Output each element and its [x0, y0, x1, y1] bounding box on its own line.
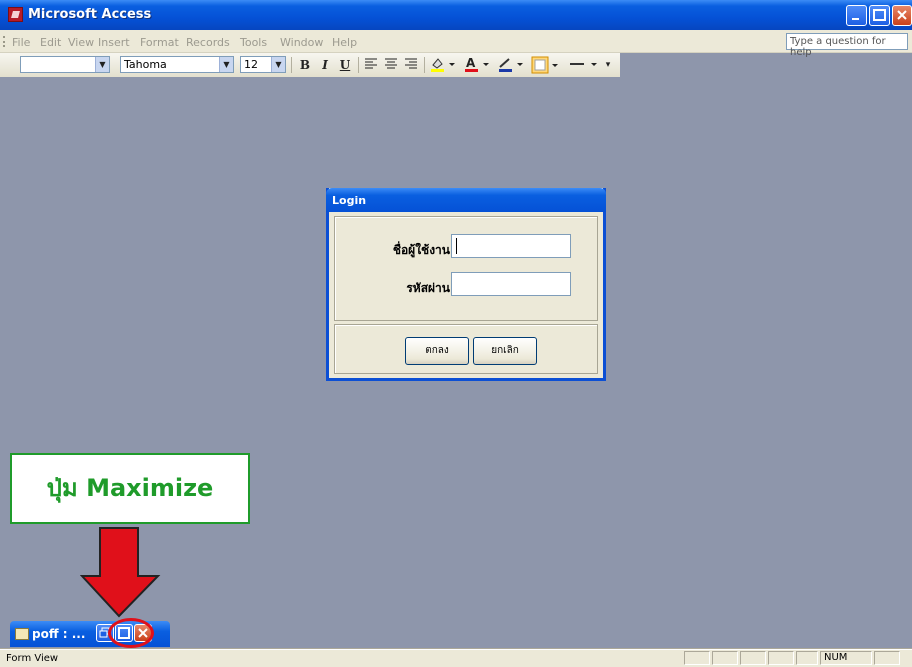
login-buttons-section: ตกลง ยกเลิก	[334, 324, 598, 374]
formatting-toolbar: ▼ Tahoma ▼ 12 ▼ B I U A ▾	[0, 53, 620, 78]
italic-button[interactable]: I	[316, 56, 334, 74]
menu-bar: File Edit View Insert Format Records Too…	[0, 30, 912, 53]
toolbar-separator	[358, 57, 359, 73]
app-titlebar: Microsoft Access	[0, 0, 912, 30]
menu-records[interactable]: Records	[186, 36, 230, 49]
align-left-button[interactable]	[362, 56, 380, 74]
font-name-combo[interactable]: Tahoma ▼	[120, 56, 234, 73]
font-color-icon: A	[465, 56, 489, 72]
minimize-icon	[852, 18, 859, 20]
status-panel	[768, 651, 794, 665]
status-panel	[740, 651, 766, 665]
chevron-down-icon[interactable]: ▼	[219, 57, 233, 72]
underline-button[interactable]: U	[336, 56, 354, 74]
special-effect-icon	[531, 56, 558, 74]
maximize-highlight-circle	[108, 618, 154, 648]
username-label: ชื่อผู้ใช้งาน	[392, 243, 450, 257]
align-right-button[interactable]	[402, 56, 420, 74]
access-app-icon[interactable]	[8, 7, 23, 22]
menu-window[interactable]: Window	[280, 36, 323, 49]
special-effect-button[interactable]	[530, 56, 560, 74]
font-size-combo[interactable]: 12 ▼	[240, 56, 286, 73]
menu-edit[interactable]: Edit	[40, 36, 61, 49]
login-dialog: Login ชื่อผู้ใช้งาน รหัสผ่าน ตกลง ยกเลิก	[326, 188, 606, 381]
align-center-icon	[385, 58, 397, 69]
menu-file[interactable]: File	[12, 36, 30, 49]
menu-help[interactable]: Help	[332, 36, 357, 49]
password-input[interactable]	[451, 272, 571, 296]
border-width-icon	[570, 63, 597, 66]
status-panel	[712, 651, 738, 665]
font-color-button[interactable]: A	[462, 56, 492, 74]
restore-icon	[873, 9, 886, 21]
svg-text:A: A	[466, 56, 476, 70]
password-label: รหัสผ่าน	[406, 281, 450, 295]
chevron-down-icon[interactable]: ▼	[271, 57, 285, 72]
line-color-icon	[499, 58, 523, 72]
toolbar-options-icon[interactable]: ▾	[604, 56, 612, 74]
form-icon	[15, 628, 29, 640]
menubar-grip[interactable]	[3, 36, 7, 47]
restore-button[interactable]	[869, 5, 890, 26]
login-fields-section: ชื่อผู้ใช้งาน รหัสผ่าน	[334, 216, 598, 321]
toolbar-separator	[291, 57, 292, 73]
help-search-input[interactable]: Type a question for help	[786, 33, 908, 58]
line-color-button[interactable]	[496, 56, 526, 74]
status-bar: Form View NUM	[0, 649, 912, 667]
menu-insert[interactable]: Insert	[98, 36, 130, 49]
minimized-form-title: poff : ...	[32, 627, 86, 641]
username-input[interactable]	[451, 234, 571, 258]
align-right-icon	[405, 58, 417, 69]
close-icon	[897, 10, 907, 20]
fill-color-button[interactable]	[428, 56, 458, 74]
font-size-value: 12	[244, 58, 258, 71]
maximize-callout: ปุ่ม Maximize	[10, 453, 250, 524]
ok-button[interactable]: ตกลง	[405, 337, 469, 365]
align-left-icon	[365, 58, 377, 69]
font-name-value: Tahoma	[124, 58, 167, 71]
minimize-button[interactable]	[846, 5, 867, 26]
cancel-button[interactable]: ยกเลิก	[473, 337, 537, 365]
object-combo[interactable]: ▼	[20, 56, 110, 73]
status-panel	[796, 651, 818, 665]
close-button[interactable]	[892, 5, 912, 26]
chevron-down-icon[interactable]: ▼	[95, 57, 109, 72]
fill-color-icon	[431, 58, 455, 72]
status-panel	[874, 651, 900, 665]
num-lock-indicator: NUM	[820, 651, 872, 665]
border-width-button[interactable]	[566, 56, 600, 74]
login-dialog-title: Login	[326, 188, 606, 212]
status-text: Form View	[6, 653, 59, 664]
menu-view[interactable]: View	[68, 36, 94, 49]
menu-tools[interactable]: Tools	[240, 36, 267, 49]
status-panel	[684, 651, 710, 665]
arrow-down-icon	[80, 527, 161, 618]
bold-button[interactable]: B	[296, 56, 314, 74]
toolbar-separator	[424, 57, 425, 73]
menu-format[interactable]: Format	[140, 36, 179, 49]
align-center-button[interactable]	[382, 56, 400, 74]
window-title: Microsoft Access	[28, 7, 152, 22]
